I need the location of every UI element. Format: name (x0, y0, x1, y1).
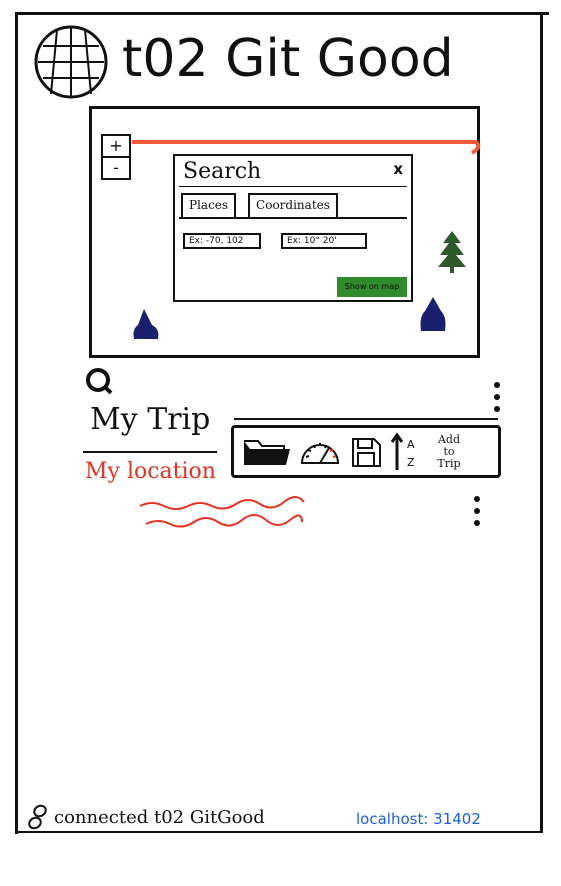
save-trip-button[interactable] (350, 435, 382, 469)
map-options-menu[interactable] (494, 382, 500, 412)
frame-right (540, 12, 543, 832)
frame-top (17, 12, 549, 15)
map-marker-icon[interactable] (416, 295, 450, 335)
search-panel: Search x Places Coordinates Show on map (173, 154, 413, 302)
tab-coordinates[interactable]: Coordinates (248, 193, 338, 217)
toolbar-top-divider (234, 418, 498, 420)
trip-toolbar: A Z Add to Trip (231, 425, 501, 478)
add-to-trip-label-line: to (443, 444, 455, 458)
close-button[interactable]: x (393, 160, 403, 178)
search-icon[interactable] (84, 366, 114, 396)
open-file-button[interactable] (240, 435, 290, 469)
tab-places[interactable]: Places (181, 193, 237, 217)
search-title-divider (179, 186, 407, 187)
zoom-in-button[interactable]: + (103, 136, 129, 158)
speedometer-icon (300, 442, 340, 464)
trip-title: My Trip (90, 402, 211, 437)
map-marker-icon[interactable] (130, 307, 162, 343)
sort-from-label: A (407, 438, 415, 451)
coordinate-input[interactable] (281, 233, 367, 249)
place-input[interactable] (183, 233, 261, 249)
add-to-trip-label-line: Trip (437, 456, 461, 470)
connection-status: connected t02 GitGood (26, 804, 265, 830)
sort-trip-button[interactable]: A Z (390, 431, 420, 472)
sort-az-icon: A Z (390, 431, 415, 470)
link-icon (28, 804, 47, 830)
tree-icon (438, 231, 466, 273)
zoom-control: + - (101, 134, 131, 180)
frame-bottom (15, 831, 543, 833)
app-title: t02 Git Good (122, 29, 454, 89)
search-title: Search (183, 159, 262, 184)
map-view[interactable]: + - Search x Places Coordinates Show on … (89, 106, 481, 358)
globe-icon (34, 25, 108, 99)
sort-to-label: Z (407, 456, 415, 469)
trip-options-menu[interactable] (474, 496, 480, 526)
search-tabs: Places Coordinates (181, 193, 338, 217)
server-address: localhost: 31402 (356, 810, 481, 828)
add-to-trip-button[interactable]: Add to Trip (428, 432, 470, 470)
folder-icon (244, 439, 290, 465)
tabs-divider (179, 217, 407, 219)
trip-title-divider (83, 451, 217, 453)
add-to-trip-label-line: Add (437, 432, 461, 446)
frame-left (15, 12, 18, 834)
trip-placeholder-scribble (139, 496, 305, 528)
connection-text: connected t02 GitGood (54, 806, 265, 828)
show-on-map-button[interactable]: Show on map (337, 277, 407, 297)
save-icon (352, 437, 381, 467)
trip-location-item[interactable]: My location (85, 457, 216, 487)
zoom-out-button[interactable]: - (103, 158, 129, 178)
distance-units-button[interactable] (298, 435, 342, 469)
